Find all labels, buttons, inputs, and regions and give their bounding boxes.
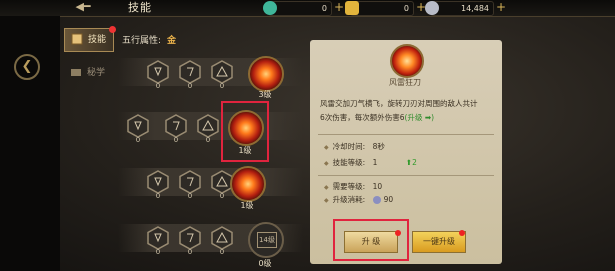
skill-name: 风雷狂刀	[389, 78, 421, 87]
node-count: 0	[155, 82, 161, 90]
divider	[318, 134, 494, 135]
required-level-value: 10	[372, 182, 383, 191]
jade-value: 0	[321, 4, 327, 13]
silver-coin-icon	[425, 1, 439, 15]
cooldown-value: 8秒	[372, 142, 385, 151]
description-line-2: 6次伤害，每次额外伤害6	[320, 113, 405, 122]
previous-page-button[interactable]: ❮	[14, 54, 40, 80]
node-count: 0	[219, 192, 225, 200]
element-attribute: 五行属性: 金	[122, 33, 176, 46]
skill-node[interactable]: 0	[178, 226, 202, 256]
page-title: 技能	[128, 1, 152, 14]
node-count: 0	[173, 136, 179, 144]
skill-node[interactable]: 0	[178, 60, 202, 90]
skill-level: 3级	[258, 90, 272, 99]
selection-highlight	[221, 101, 269, 162]
skill-node[interactable]: 0	[196, 114, 220, 144]
description-line-1: 风雷交加刀气横飞，旋转刀刃对周围的敌人共计	[320, 99, 478, 108]
skill-node[interactable]: 0	[146, 226, 170, 256]
skill-node[interactable]: 0	[178, 170, 202, 200]
skill-orb-3[interactable]	[230, 166, 266, 202]
selected-skill-icon	[390, 44, 424, 78]
cooldown-stat: ◆ 冷却时间: 8秒	[324, 141, 385, 152]
required-level-label: 需要等级:	[332, 182, 366, 191]
add-silver-button[interactable]: +	[495, 1, 507, 14]
hex-node-icon	[197, 114, 219, 138]
tab-skills[interactable]: 技能	[64, 26, 116, 52]
upgrade-cost-value: 90	[383, 195, 394, 204]
back-button[interactable]: ◀━	[68, 0, 98, 14]
hex-node-icon	[147, 170, 169, 194]
hex-node-icon	[211, 226, 233, 250]
skill-book-icon	[71, 33, 83, 45]
hex-node-icon	[211, 60, 233, 84]
skill-node[interactable]: 0	[164, 114, 188, 144]
skill-orb-4-locked[interactable]: 14级	[248, 222, 284, 258]
tab-secrets-label: 秘学	[87, 68, 106, 78]
diamond-icon: ◆	[324, 160, 329, 167]
upgrade-highlight	[333, 219, 409, 261]
add-jade-button[interactable]: +	[333, 1, 345, 14]
skill-node[interactable]: 0	[210, 226, 234, 256]
gold-ingot-icon	[345, 1, 359, 15]
diamond-icon: ◆	[324, 144, 329, 151]
skill-node[interactable]: 0	[210, 60, 234, 90]
skill-level-label: 技能等级:	[332, 158, 366, 167]
hex-node-icon	[147, 226, 169, 250]
diamond-icon: ◆	[324, 197, 329, 204]
chevron-left-icon: ❮	[21, 59, 33, 74]
one-click-upgrade-button[interactable]: 一键升级	[412, 231, 466, 253]
node-count: 0	[155, 192, 161, 200]
element-value: 金	[167, 36, 177, 46]
upgrade-cost-label: 升级消耗:	[332, 195, 366, 204]
next-level-value: 2	[412, 158, 417, 167]
hex-node-icon	[147, 60, 169, 84]
gold-value: 0	[403, 4, 409, 13]
jade-counter: 0 +	[263, 1, 344, 16]
gold-counter: 0 +	[345, 1, 426, 16]
skill-node[interactable]: 0	[126, 114, 150, 144]
hex-node-icon	[179, 170, 201, 194]
silver-coin-icon	[372, 196, 381, 204]
skill-level-stat: ◆ 技能等级: 1 ⬆2	[324, 157, 417, 168]
node-count: 0	[219, 248, 225, 256]
back-arrow-icon: ◀━	[75, 0, 91, 13]
hex-node-icon	[179, 60, 201, 84]
level-up-indicator: ⬆2	[406, 158, 417, 167]
upgrade-cost-stat: ◆ 升级消耗: 90	[324, 194, 393, 205]
skill-level: 1级	[240, 201, 254, 210]
required-level-stat: ◆ 需要等级: 10	[324, 181, 382, 192]
skill-description: 风雷交加刀气横飞，旋转刀刃对周围的敌人共计 6次伤害，每次额外伤害6(升级 ➡)	[320, 97, 490, 125]
notification-dot	[109, 26, 116, 33]
node-count: 0	[187, 82, 193, 90]
node-count: 0	[155, 248, 161, 256]
hex-node-icon	[165, 114, 187, 138]
scroll-icon	[71, 69, 81, 76]
node-count: 0	[187, 192, 193, 200]
one-click-notification-dot	[459, 230, 465, 236]
skill-node[interactable]: 0	[146, 60, 170, 90]
hex-node-icon	[179, 226, 201, 250]
silver-counter: 14,484 +	[425, 1, 506, 16]
description-upgrade-hint: (升级 ➡)	[404, 113, 435, 122]
divider	[318, 175, 494, 176]
lock-level-label: 14级	[257, 232, 277, 248]
skill-node[interactable]: 0	[146, 170, 170, 200]
cooldown-label: 冷却时间:	[332, 142, 366, 151]
tab-skills-label: 技能	[88, 35, 107, 45]
element-label: 五行属性:	[122, 36, 162, 46]
skill-level-value: 1	[372, 158, 378, 167]
node-count: 0	[219, 82, 225, 90]
node-count: 0	[205, 136, 211, 144]
node-count: 0	[135, 136, 141, 144]
skill-orb-1[interactable]	[248, 56, 284, 92]
tab-secrets[interactable]: 秘学	[64, 62, 112, 84]
skill-level: 0级	[258, 259, 272, 268]
hex-node-icon	[127, 114, 149, 138]
silver-value: 14,484	[461, 4, 489, 13]
jade-icon	[263, 1, 277, 15]
diamond-icon: ◆	[324, 184, 329, 191]
node-count: 0	[187, 248, 193, 256]
